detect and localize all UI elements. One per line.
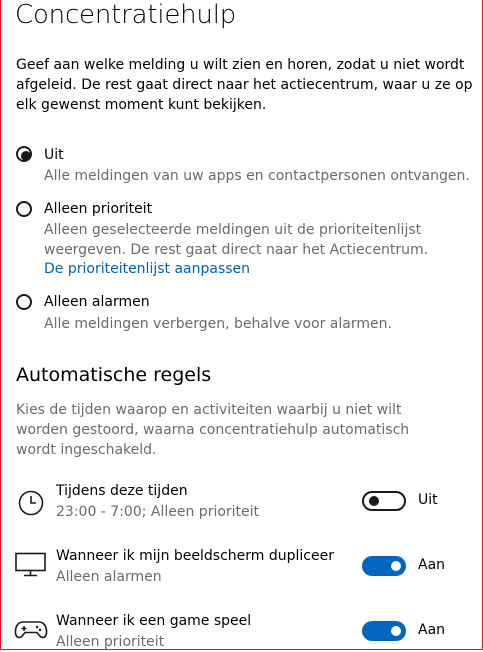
radio-uit-desc: Alle meldingen van uw apps en contactper… — [44, 168, 470, 184]
intro-text: Geef aan welke melding u wilt zien en ho… — [16, 57, 473, 113]
rules-heading: Automatische regels — [16, 364, 212, 386]
rule-duplicate-toggle[interactable] — [362, 556, 406, 576]
radio-alleen-prioriteit[interactable] — [16, 201, 32, 217]
rule-game-toggle[interactable] — [362, 621, 406, 641]
rule-times-detail: 23:00 - 7:00; Alleen prioriteit — [56, 504, 260, 520]
radio-alleen-prioriteit-desc: Alleen geselecteerde meldingen uit de pr… — [44, 222, 429, 258]
gamepad-icon — [14, 621, 48, 639]
radio-uit-label[interactable]: Uit — [44, 147, 64, 163]
rule-times-title: Tijdens deze tijden — [56, 483, 188, 499]
radio-alleen-alarmen-desc: Alle meldingen verbergen, behalve voor a… — [44, 316, 392, 332]
rules-desc: Kies de tijden waarop en activiteiten wa… — [16, 402, 410, 458]
rule-duplicate-detail: Alleen alarmen — [56, 569, 162, 585]
rule-duplicate-state: Aan — [418, 557, 446, 573]
monitor-icon — [15, 552, 46, 577]
rule-game-title: Wanneer ik een game speel — [56, 613, 252, 629]
rule-duplicate-title: Wanneer ik mijn beeldscherm dupliceer — [56, 548, 334, 564]
radio-uit[interactable] — [16, 146, 32, 162]
rule-game-state: Aan — [418, 622, 446, 638]
page-title: Concentratiehulp — [15, 0, 237, 30]
rule-times-state: Uit — [418, 492, 438, 508]
radio-alleen-prioriteit-label[interactable]: Alleen prioriteit — [44, 201, 152, 217]
rule-game-detail: Alleen prioriteit — [56, 634, 165, 650]
priority-list-link[interactable]: De prioriteitenlijst aanpassen — [44, 261, 250, 277]
rule-times-toggle[interactable] — [362, 491, 406, 511]
radio-alleen-alarmen[interactable] — [16, 294, 32, 310]
radio-alleen-alarmen-label[interactable]: Alleen alarmen — [44, 294, 150, 310]
clock-icon — [18, 490, 44, 516]
